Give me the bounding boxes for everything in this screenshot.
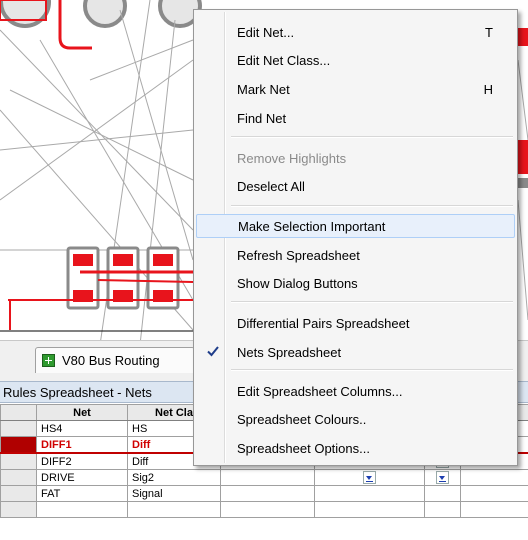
menu-item-mark-net[interactable]: Mark Net H xyxy=(196,77,515,101)
cell-net[interactable]: DIFF1 xyxy=(36,436,128,454)
menu-separator xyxy=(231,369,513,371)
corner-cell[interactable] xyxy=(0,404,37,421)
menu-separator xyxy=(231,205,513,207)
cell-net[interactable]: DIFF2 xyxy=(36,452,128,470)
shortcut-label: T xyxy=(485,24,493,40)
cell-net[interactable]: HS4 xyxy=(36,420,128,437)
dropdown-arrow-icon[interactable] xyxy=(363,471,376,484)
menu-item-find-net[interactable]: Find Net xyxy=(196,106,515,130)
panel-title: Rules Spreadsheet - Nets xyxy=(3,384,152,400)
checkmark-icon xyxy=(207,346,219,357)
pcb-pad xyxy=(518,28,528,46)
cell-net-class[interactable]: Sig2 xyxy=(127,469,221,486)
row-header[interactable] xyxy=(0,469,37,486)
context-menu: Edit Net... T Edit Net Class... Mark Net… xyxy=(193,9,518,466)
shortcut-label: H xyxy=(483,81,493,97)
column-header-net[interactable]: Net xyxy=(36,404,128,421)
menu-item-deselect-all[interactable]: Deselect All xyxy=(196,174,515,198)
menu-item-remove-highlights: Remove Highlights xyxy=(237,150,347,166)
pcb-via-pad xyxy=(0,0,51,28)
menu-item-make-selection-important[interactable]: Make Selection Important xyxy=(196,214,515,238)
menu-separator xyxy=(231,301,513,303)
pcb-via-pad xyxy=(83,0,127,28)
cell-net-class[interactable]: Signal xyxy=(127,485,221,502)
table-row[interactable]: DRIVE Sig2 xyxy=(0,469,528,486)
menu-item-differential-pairs-spreadsheet[interactable]: Differential Pairs Spreadsheet xyxy=(196,311,515,335)
table-row[interactable] xyxy=(0,501,528,518)
row-header[interactable] xyxy=(0,420,37,437)
menu-item-show-dialog-buttons[interactable]: Show Dialog Buttons xyxy=(196,271,515,295)
row-header[interactable] xyxy=(0,485,37,502)
tab-v80-bus-routing[interactable]: V80 Bus Routing xyxy=(35,347,195,373)
table-row[interactable]: FAT Signal xyxy=(0,485,528,502)
pcb-design-icon xyxy=(42,354,55,367)
menu-separator xyxy=(231,136,513,138)
row-header[interactable] xyxy=(0,501,37,518)
cell-net[interactable]: DRIVE xyxy=(36,469,128,486)
tab-label: V80 Bus Routing xyxy=(62,353,160,368)
row-header[interactable] xyxy=(0,436,37,454)
menu-item-spreadsheet-colours[interactable]: Spreadsheet Colours.. xyxy=(196,407,515,431)
dropdown-arrow-icon[interactable] xyxy=(436,471,449,484)
row-header[interactable] xyxy=(0,452,37,470)
cell-net[interactable]: FAT xyxy=(36,485,128,502)
menu-item-spreadsheet-options[interactable]: Spreadsheet Options... xyxy=(196,436,515,460)
menu-item-edit-net-class[interactable]: Edit Net Class... xyxy=(196,48,515,72)
menu-item-refresh-spreadsheet[interactable]: Refresh Spreadsheet xyxy=(196,243,515,267)
pcb-pad xyxy=(518,178,528,188)
menu-item-edit-net[interactable]: Edit Net... T xyxy=(196,20,515,44)
menu-item-nets-spreadsheet[interactable]: Nets Spreadsheet xyxy=(196,340,515,364)
pcb-pad xyxy=(518,140,528,174)
menu-item-edit-spreadsheet-columns[interactable]: Edit Spreadsheet Columns... xyxy=(196,379,515,403)
